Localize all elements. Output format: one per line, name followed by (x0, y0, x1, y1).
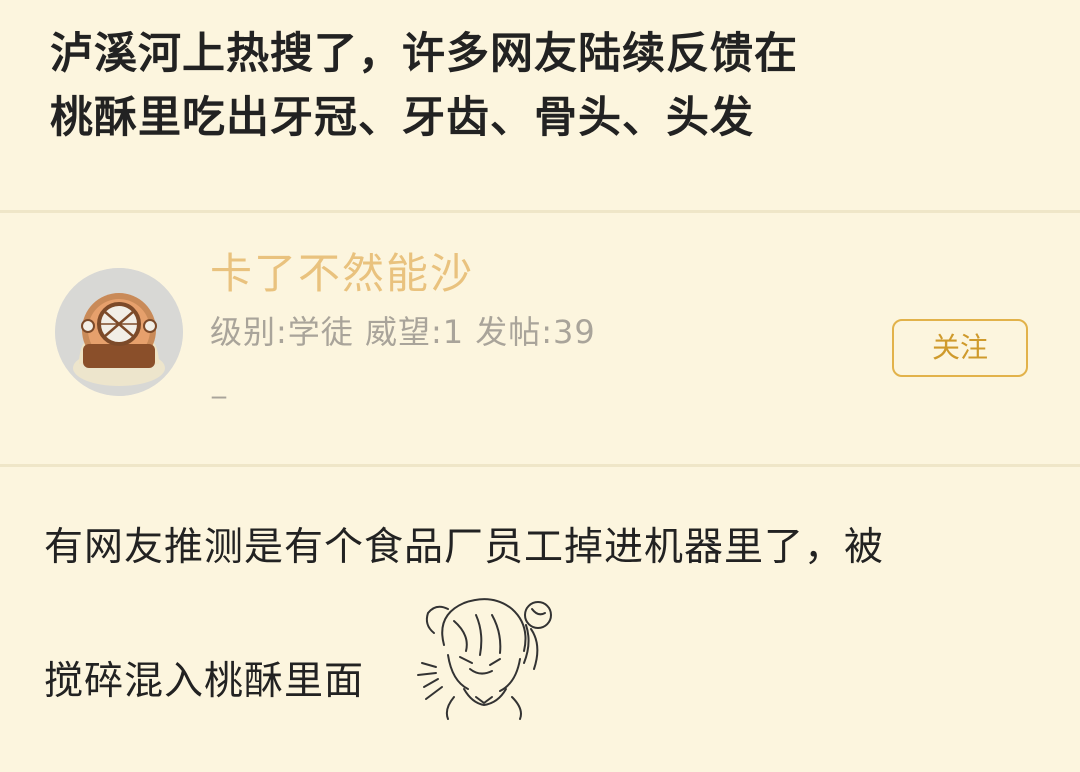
divider (0, 210, 1080, 213)
post-page: 泸溪河上热搜了，许多网友陆续反馈在 桃酥里吃出牙冠、牙齿、骨头、头发 卡了不然能… (0, 0, 1080, 772)
post-content-line-2: 搅碎混入桃酥里面 (44, 659, 365, 704)
author-stats: 级别:学徒 威望:1 发帖:39 (210, 313, 596, 351)
author-avatar[interactable] (55, 268, 183, 396)
diving-helmet-icon (55, 268, 183, 396)
anime-girl-sneeze-sticker-icon (417, 598, 552, 720)
post-title: 泸溪河上热搜了，许多网友陆续反馈在 桃酥里吃出牙冠、牙齿、骨头、头发 (50, 22, 1030, 150)
author-signature: _ (212, 366, 226, 399)
post-title-line-2: 桃酥里吃出牙冠、牙齿、骨头、头发 (50, 93, 754, 143)
follow-button[interactable]: 关注 (892, 319, 1028, 377)
divider (0, 464, 1080, 467)
author-name[interactable]: 卡了不然能沙 (210, 246, 474, 302)
post-content-line-1: 有网友推测是有个食品厂员工掉进机器里了，被 (44, 525, 885, 570)
post-title-line-1: 泸溪河上热搜了，许多网友陆续反馈在 (50, 29, 798, 79)
